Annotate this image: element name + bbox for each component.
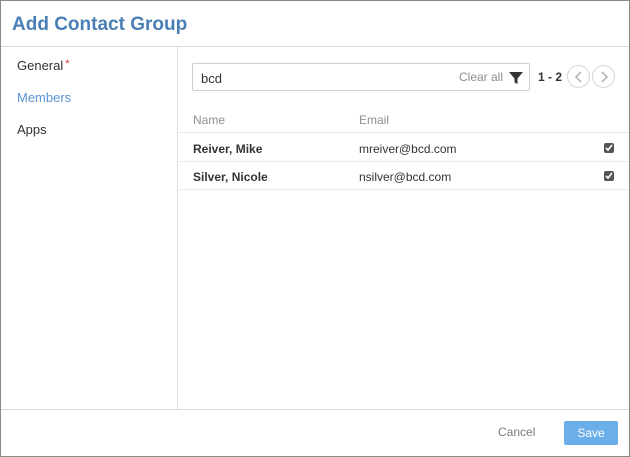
filter-icon[interactable] bbox=[508, 70, 524, 86]
table-row[interactable]: Silver, Nicole nsilver@bcd.com bbox=[179, 162, 629, 190]
member-name: Silver, Nicole bbox=[193, 170, 268, 184]
search-input[interactable] bbox=[201, 68, 441, 88]
chevron-left-icon bbox=[574, 71, 582, 83]
sidebar-item-members[interactable]: Members bbox=[17, 90, 71, 105]
next-page-button[interactable] bbox=[592, 65, 615, 88]
sidebar-item-general[interactable]: General * bbox=[17, 58, 70, 73]
sidebar-item-label: Apps bbox=[17, 122, 47, 137]
member-select-checkbox[interactable] bbox=[604, 143, 614, 153]
required-marker: * bbox=[65, 58, 70, 70]
previous-page-button[interactable] bbox=[567, 65, 590, 88]
save-button[interactable]: Save bbox=[564, 421, 618, 445]
dialog-footer: Cancel Save bbox=[1, 409, 629, 456]
dialog-title: Add Contact Group bbox=[12, 14, 188, 35]
member-name: Reiver, Mike bbox=[193, 142, 263, 156]
member-email: mreiver@bcd.com bbox=[359, 142, 457, 156]
sidebar-item-label: Members bbox=[17, 90, 72, 105]
sidebar: General * Members Apps bbox=[1, 47, 178, 409]
dialog-header: Add Contact Group bbox=[1, 1, 629, 47]
column-header-email: Email bbox=[359, 113, 390, 127]
members-panel: Clear all 1 - 2 Name Email Reiver, Mike bbox=[179, 47, 629, 409]
table-row[interactable]: Reiver, Mike mreiver@bcd.com bbox=[179, 134, 629, 162]
table-header: Name Email bbox=[179, 105, 629, 133]
column-header-name: Name bbox=[193, 113, 226, 127]
member-email: nsilver@bcd.com bbox=[359, 170, 452, 184]
clear-all-link[interactable]: Clear all bbox=[459, 70, 503, 84]
sidebar-item-label: General bbox=[17, 58, 64, 73]
chevron-right-icon bbox=[601, 71, 609, 83]
add-contact-group-dialog: Add Contact Group General * Members Apps … bbox=[0, 0, 630, 457]
search-box: Clear all bbox=[192, 63, 530, 91]
member-select-checkbox[interactable] bbox=[604, 171, 614, 181]
pager-range: 1 - 2 bbox=[538, 70, 563, 84]
cancel-button[interactable]: Cancel bbox=[498, 425, 535, 439]
sidebar-item-apps[interactable]: Apps bbox=[17, 122, 47, 137]
